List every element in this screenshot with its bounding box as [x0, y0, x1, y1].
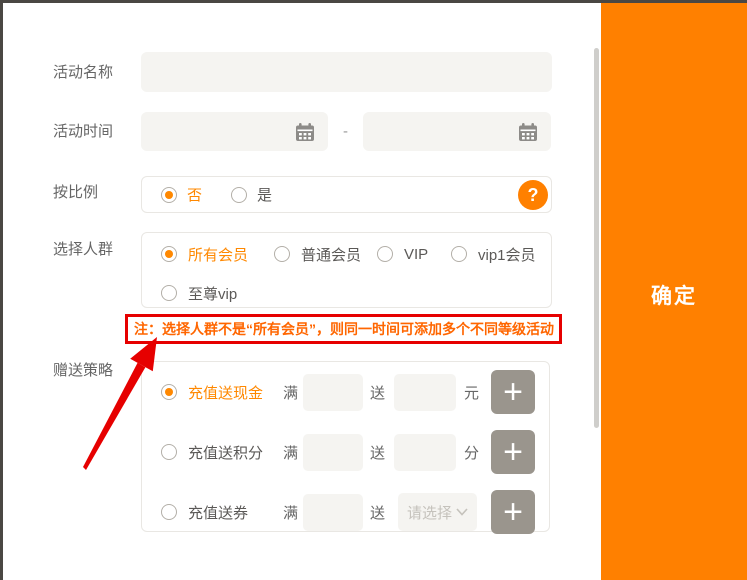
calendar-icon	[294, 121, 316, 143]
add-points-rule-button[interactable]: +	[491, 430, 535, 474]
radio-circle[interactable]	[161, 285, 177, 301]
threshold-prefix: 满	[283, 502, 298, 523]
radio-circle[interactable]	[377, 246, 393, 262]
date-range-separator: -	[328, 123, 363, 140]
radio-audience-all-label: 所有会员	[188, 244, 248, 265]
confirm-button[interactable]: 确定	[601, 265, 747, 325]
unit-yuan: 元	[464, 382, 479, 403]
radio-audience-vip[interactable]: VIP	[377, 244, 428, 264]
radio-audience-normal[interactable]: 普通会员	[274, 244, 361, 264]
add-cash-rule-button[interactable]: +	[491, 370, 535, 414]
strategy-row-cash: 充值送现金 满 送 元 +	[142, 370, 549, 414]
radio-ratio-no[interactable]	[161, 187, 177, 203]
help-icon[interactable]: ?	[518, 180, 548, 210]
radio-audience-normal-label: 普通会员	[301, 244, 361, 265]
by-ratio-group: 否 是 ?	[141, 176, 552, 213]
by-ratio-label: 按比例	[53, 184, 143, 202]
activity-name-label: 活动名称	[53, 64, 143, 82]
threshold-prefix: 满	[283, 382, 298, 403]
radio-recharge-coupon[interactable]	[161, 504, 177, 520]
coupon-select-placeholder: 请选择	[407, 502, 452, 523]
radio-audience-supreme-vip-label: 至尊vip	[188, 283, 237, 304]
confirm-panel: 确定	[601, 3, 747, 580]
radio-audience-vip-label: VIP	[404, 246, 428, 263]
coupon-select[interactable]: 请选择	[398, 493, 477, 531]
radio-circle[interactable]	[451, 246, 467, 262]
strategy-row-coupon: 充值送券 满 送 请选择 +	[142, 490, 549, 534]
recharge-activity-dialog: 活动名称 活动时间 按比例 选择人群 赠送策略 -	[0, 0, 747, 580]
radio-circle[interactable]	[274, 246, 290, 262]
annotation-highlight-box: 注：选择人群不是“所有会员”，则同一时间可添加多个不同等级活动	[125, 314, 562, 344]
start-date-input[interactable]	[141, 112, 328, 151]
radio-ratio-yes-label[interactable]: 是	[257, 184, 272, 205]
gift-prefix: 送	[370, 442, 385, 463]
threshold-prefix: 满	[283, 442, 298, 463]
activity-time-label: 活动时间	[53, 123, 143, 141]
radio-recharge-cash[interactable]	[161, 384, 177, 400]
strategy-group: 充值送现金 满 送 元 + 充值送积分 满 送 分 + 充值送券 满 送 请选择	[141, 361, 550, 532]
chevron-down-icon	[456, 508, 468, 516]
strategy-row-coupon-label[interactable]: 充值送券	[188, 502, 276, 523]
audience-group: 所有会员 普通会员 VIP vip1会员 至尊vip	[141, 232, 552, 308]
radio-circle[interactable]	[161, 246, 177, 262]
gift-prefix: 送	[370, 502, 385, 523]
radio-ratio-yes[interactable]	[231, 187, 247, 203]
radio-recharge-points[interactable]	[161, 444, 177, 460]
points-gift-input[interactable]	[394, 434, 456, 471]
add-coupon-rule-button[interactable]: +	[491, 490, 535, 534]
coupon-threshold-input[interactable]	[303, 494, 363, 531]
radio-audience-vip1-label: vip1会员	[478, 244, 536, 265]
calendar-icon	[517, 121, 539, 143]
scrollbar-thumb[interactable]	[594, 48, 599, 428]
strategy-row-points: 充值送积分 满 送 分 +	[142, 430, 549, 474]
strategy-row-cash-label[interactable]: 充值送现金	[188, 382, 276, 403]
window-border-left	[0, 0, 3, 580]
points-threshold-input[interactable]	[303, 434, 363, 471]
activity-time-row: -	[141, 112, 552, 151]
audience-label: 选择人群	[53, 241, 143, 259]
strategy-row-points-label[interactable]: 充值送积分	[188, 442, 276, 463]
radio-audience-vip1[interactable]: vip1会员	[451, 244, 536, 264]
gift-prefix: 送	[370, 382, 385, 403]
audience-note: 注：选择人群不是“所有会员”，则同一时间可添加多个不同等级活动	[134, 319, 554, 339]
activity-name-input[interactable]	[141, 52, 552, 92]
unit-points: 分	[464, 442, 479, 463]
strategy-label: 赠送策略	[53, 362, 143, 380]
end-date-input[interactable]	[363, 112, 551, 151]
cash-gift-input[interactable]	[394, 374, 456, 411]
radio-audience-supreme-vip[interactable]: 至尊vip	[161, 283, 237, 303]
cash-threshold-input[interactable]	[303, 374, 363, 411]
radio-ratio-no-label[interactable]: 否	[187, 184, 202, 205]
radio-audience-all[interactable]: 所有会员	[161, 244, 248, 264]
